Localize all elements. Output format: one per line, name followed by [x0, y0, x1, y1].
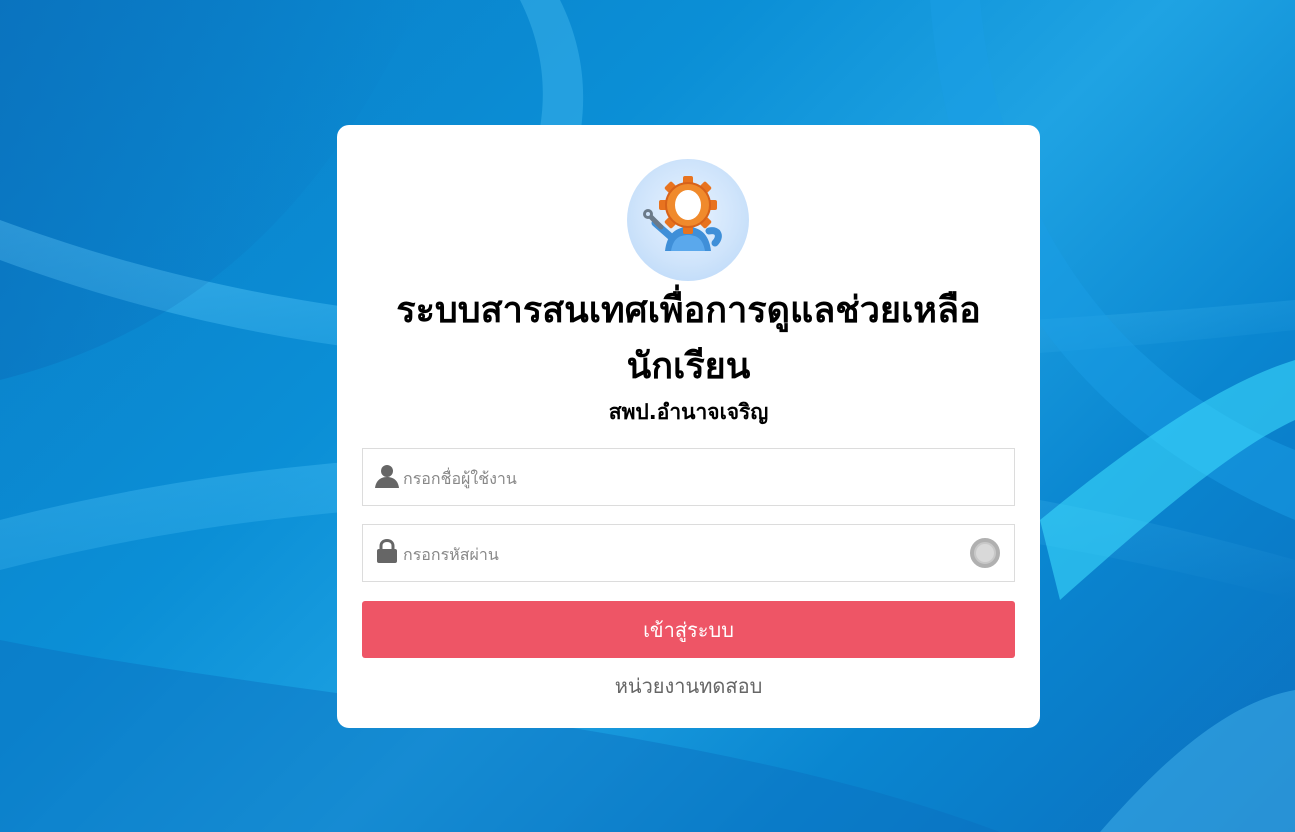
gear-mascot-icon — [627, 159, 749, 281]
user-icon — [374, 463, 400, 489]
show-password-toggle[interactable] — [970, 538, 1000, 568]
organization-link[interactable]: หน่วยงานทดสอบ — [337, 670, 1040, 702]
password-input[interactable] — [401, 535, 965, 573]
username-field — [362, 448, 1015, 506]
password-field — [362, 524, 1015, 582]
login-card: ระบบสารสนเทศเพื่อการดูแลช่วยเหลือนักเรีย… — [337, 125, 1040, 728]
login-button[interactable]: เข้าสู่ระบบ — [362, 601, 1015, 658]
page-title: ระบบสารสนเทศเพื่อการดูแลช่วยเหลือนักเรีย… — [396, 290, 981, 387]
organization-subtitle: สพป.อำนาจเจริญ — [608, 400, 769, 424]
username-input[interactable] — [401, 459, 965, 497]
lock-icon — [374, 538, 400, 565]
